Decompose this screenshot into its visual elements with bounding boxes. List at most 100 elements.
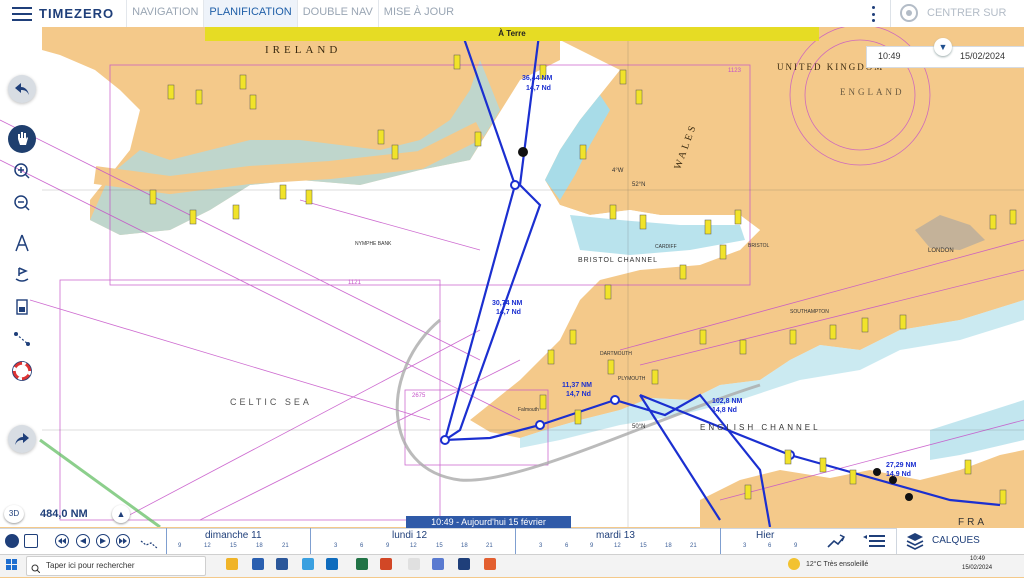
tab-planification[interactable]: PLANIFICATION <box>203 0 297 27</box>
menu-icon[interactable] <box>12 6 32 21</box>
outlook-icon[interactable] <box>326 558 338 570</box>
timeline-day: Hier <box>756 530 775 541</box>
timeline-hour: 3 <box>743 543 747 549</box>
rewind-icon[interactable] <box>55 534 69 548</box>
timeline-hour: 18 <box>665 543 672 549</box>
leg-1-distance: 36,44 NM <box>522 75 553 82</box>
windows-start-icon[interactable] <box>6 558 18 570</box>
timeline-hour: 12 <box>614 543 621 549</box>
timeline-hour: 3 <box>539 543 543 549</box>
redo-icon <box>15 433 29 445</box>
label-cardiff: CARDIFF <box>655 244 677 250</box>
label-bristol: BRISTOL <box>748 243 770 249</box>
list-view-icon[interactable] <box>862 534 886 548</box>
weather-route-icon[interactable] <box>826 533 846 549</box>
label-england: ENGLAND <box>840 87 905 97</box>
label-lat-52: 52°N <box>632 182 645 188</box>
view-3d-button[interactable]: 3D <box>4 505 24 523</box>
lifebuoy-icon <box>12 361 32 381</box>
label-lat-50: 50°N <box>632 424 645 430</box>
layers-icon <box>906 532 924 550</box>
leg-4-distance: 102,8 NM <box>712 398 743 405</box>
datetime-dropdown-icon[interactable]: ▼ <box>934 38 952 56</box>
label-english-channel: ENGLISH CHANNEL <box>700 423 821 432</box>
route-button[interactable] <box>8 325 36 353</box>
timeline-hour: 3 <box>334 543 338 549</box>
measure-button[interactable] <box>8 229 36 257</box>
powerpoint-icon[interactable] <box>380 558 392 570</box>
leg-5-speed: 14,9 Nd <box>886 471 911 478</box>
zoom-out-button[interactable] <box>8 189 36 217</box>
search-icon <box>31 560 41 574</box>
clock-icon[interactable] <box>5 534 19 548</box>
north-up-icon[interactable]: ▲ <box>112 505 130 523</box>
play-icon[interactable] <box>96 534 110 548</box>
mark-button[interactable] <box>8 261 36 289</box>
fast-forward-icon[interactable] <box>116 534 130 548</box>
center-on-button[interactable]: CENTRER SUR <box>900 4 1006 22</box>
timeline-hour: 21 <box>486 543 493 549</box>
timeline-hour: 21 <box>690 543 697 549</box>
weather-text[interactable]: 12°C Très ensoleillé <box>806 561 868 568</box>
label-celtic-sea: CELTIC SEA <box>230 397 312 407</box>
timeline-hour: 6 <box>768 543 772 549</box>
tab-mise-a-jour[interactable]: MISE À JOUR <box>377 0 459 27</box>
edge-icon[interactable] <box>302 558 314 570</box>
excel-icon[interactable] <box>356 558 368 570</box>
leg-3-distance: 11,37 NM <box>562 382 592 389</box>
leg-2-distance: 30,74 NM <box>492 300 523 307</box>
label-dartmouth: DARTMOUTH <box>600 351 632 357</box>
timeline-day: dimanche 11 <box>205 530 262 541</box>
leg-5-distance: 27,29 NM <box>886 462 917 469</box>
app-icon[interactable] <box>484 558 496 570</box>
label-lon-4w: 4°W <box>612 168 624 174</box>
leg-2-speed: 14,7 Nd <box>496 309 521 316</box>
timeline-hour: 6 <box>565 543 569 549</box>
word-icon[interactable] <box>276 558 288 570</box>
undo-button[interactable] <box>8 75 36 103</box>
route-distance: 484,0 NM <box>40 508 88 520</box>
timeline-hour: 9 <box>386 543 390 549</box>
timeline-hour: 12 <box>204 543 211 549</box>
app-icon[interactable] <box>432 558 444 570</box>
timeline-day: lundi 12 <box>392 530 428 541</box>
tide-button[interactable] <box>8 293 36 321</box>
timeline-hour: 9 <box>794 543 798 549</box>
app-icon[interactable] <box>252 558 264 570</box>
timeline-hour: 15 <box>640 543 647 549</box>
nautical-chart[interactable]: IRELAND WALES UNITED KINGDOM ENGLAND ENG… <box>0 27 1024 527</box>
undo-icon <box>15 83 29 95</box>
lifebuoy-button[interactable] <box>8 357 36 385</box>
workspace-tabs: NAVIGATION PLANIFICATION DOUBLE NAV MISE… <box>126 0 459 27</box>
timezero-taskbar-icon[interactable] <box>458 558 470 570</box>
label-chart-1121: 1121 <box>348 280 362 286</box>
zoom-in-button[interactable] <box>8 157 36 185</box>
taskbar-clock-time[interactable]: 10:49 <box>970 556 985 562</box>
center-on-label: CENTRER SUR <box>927 7 1007 19</box>
taskbar-clock-date[interactable]: 15/02/2024 <box>962 565 992 571</box>
more-options-icon[interactable] <box>872 6 876 22</box>
redo-button[interactable] <box>8 425 36 453</box>
timeline-hour: 6 <box>360 543 364 549</box>
timeline-divider <box>515 528 516 554</box>
zoom-out-icon <box>14 195 30 211</box>
left-toolbar: ••• <box>0 27 42 527</box>
calendar-icon[interactable] <box>24 534 38 548</box>
tab-double-nav[interactable]: DOUBLE NAV <box>296 0 378 27</box>
route-icon <box>14 332 30 346</box>
step-back-icon[interactable] <box>76 534 90 548</box>
leg-4-speed: 14,8 Nd <box>712 407 737 414</box>
timeline-hour: 18 <box>256 543 263 549</box>
timeline-hour: 21 <box>282 543 289 549</box>
tab-navigation[interactable]: NAVIGATION <box>126 0 203 27</box>
target-icon <box>900 4 918 22</box>
datetime-date: 15/02/2024 <box>960 51 1006 61</box>
pan-hand-button[interactable] <box>8 125 36 153</box>
app-logo: TIMEZERO <box>39 6 115 21</box>
label-chart-1123: 1123 <box>728 68 742 74</box>
trend-icon[interactable] <box>140 536 158 549</box>
timeline-hour: 9 <box>590 543 594 549</box>
label-ireland: IRELAND <box>265 44 341 56</box>
file-explorer-icon[interactable] <box>226 558 238 570</box>
app-icon[interactable] <box>408 558 420 570</box>
